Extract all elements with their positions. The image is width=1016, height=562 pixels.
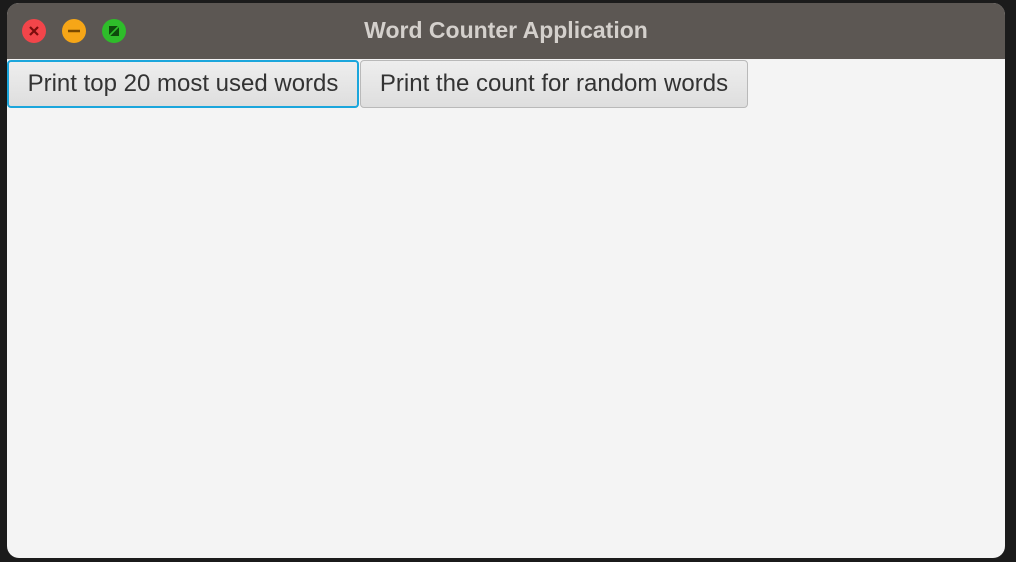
print-top-20-button[interactable]: Print top 20 most used words xyxy=(7,60,359,108)
window-title: Word Counter Application xyxy=(364,17,648,43)
app-window: Word Counter Application Print top 20 mo… xyxy=(7,3,1005,558)
print-random-count-button[interactable]: Print the count for random words xyxy=(360,60,748,108)
title-bar[interactable]: Word Counter Application xyxy=(7,3,1005,59)
